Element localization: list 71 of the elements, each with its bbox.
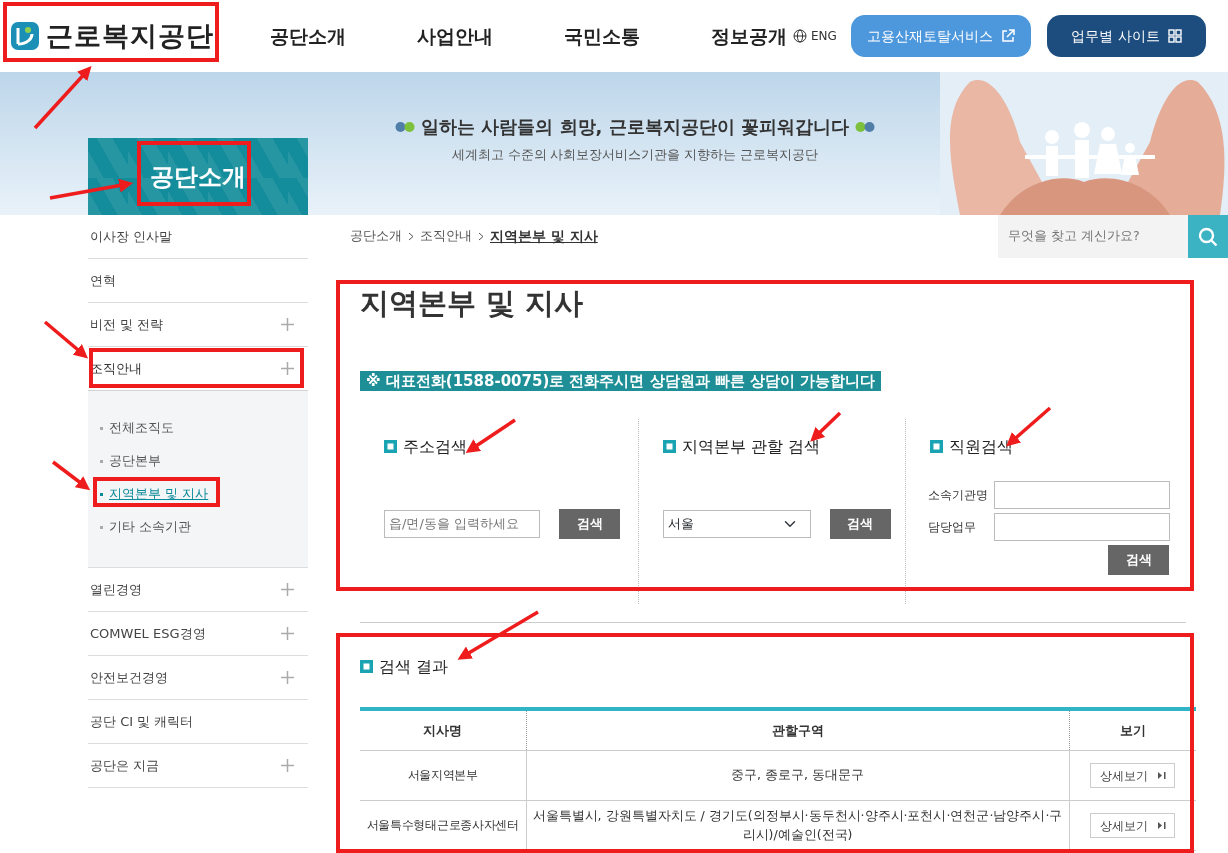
- search-button[interactable]: 검색: [1108, 544, 1170, 575]
- chevron-icon: [478, 232, 484, 241]
- section-heading: 주소검색: [403, 435, 467, 458]
- table-cell: 서울특별시, 강원특별자치도 / 경기도(의정부시·동두천시·양주시·포천시·연천군·남양주시·구리시)/예술인(전국): [526, 800, 1069, 851]
- sidebar-item[interactable]: 이사장 인사말: [88, 215, 308, 259]
- section-heading: 지역본부 관할 검색: [681, 435, 820, 458]
- breadcrumb-link[interactable]: 공단소개: [350, 227, 402, 246]
- square-bullet-icon: [662, 440, 676, 454]
- sidebar-item[interactable]: 공단 CI 및 캐릭터: [88, 700, 308, 744]
- sidebar-item[interactable]: 비전 및 전략: [88, 303, 308, 347]
- region-select[interactable]: 서울: [662, 509, 811, 538]
- search-icon: [1198, 226, 1218, 247]
- column-header: 관할구역: [526, 708, 1069, 751]
- grid-icon: [1167, 29, 1182, 43]
- sidebar-item[interactable]: 연혁: [88, 259, 308, 303]
- play-end-icon: [1157, 772, 1166, 780]
- column-header: 보기: [1069, 708, 1196, 751]
- detail-button[interactable]: 상세보기: [1090, 763, 1176, 789]
- site-button[interactable]: 업무별 사이트: [1046, 15, 1206, 57]
- text-field[interactable]: [994, 512, 1171, 541]
- field-label: 담당업무: [928, 518, 978, 536]
- square-bullet-icon: [384, 440, 397, 454]
- submenu-item[interactable]: 지역본부 및 지사: [100, 477, 308, 510]
- sidebar-item[interactable]: 열린경영: [88, 568, 308, 612]
- logo-icon: [10, 21, 40, 51]
- quote-icon: [395, 121, 416, 132]
- address-field[interactable]: 읍/면/동을 입력하세요: [384, 509, 540, 538]
- annotation-arrow: [43, 320, 88, 359]
- quote-icon: [854, 121, 875, 132]
- section-heading: 검색 결과: [379, 655, 449, 678]
- breadcrumb-link[interactable]: 조직안내: [420, 227, 472, 246]
- field-label: 소속기관명: [928, 486, 990, 504]
- globe-icon: [793, 29, 807, 43]
- table-cell: 서울지역본부: [360, 750, 526, 801]
- annotation-arrow: [465, 418, 516, 453]
- nav-link[interactable]: 정보공개: [711, 21, 787, 51]
- breadcrumb-link[interactable]: 지역본부 및 지사: [490, 226, 598, 247]
- search-button[interactable]: 검색: [559, 508, 620, 539]
- submenu-item[interactable]: 기타 소속기관: [100, 510, 308, 543]
- chevron-icon: [408, 232, 414, 241]
- play-end-icon: [1157, 822, 1166, 830]
- sidebar-item[interactable]: 안전보건경영: [88, 656, 308, 700]
- annotation-arrow: [33, 66, 92, 130]
- nav-link[interactable]: 국민소통: [564, 21, 711, 51]
- column-header: 지사명: [360, 708, 526, 751]
- square-bullet-icon: [360, 660, 373, 674]
- search-field[interactable]: 무엇을 찾고 계신가요?: [998, 215, 1188, 258]
- table-cell: 중구, 종로구, 동대문구: [526, 750, 1069, 801]
- submenu-item[interactable]: 전체조직도: [100, 411, 308, 444]
- detail-button[interactable]: 상세보기: [1090, 813, 1176, 839]
- external-link-icon: [1000, 29, 1015, 43]
- nav-link[interactable]: 사업안내: [417, 21, 564, 51]
- notice-banner: ※ 대표전화(1588-0075)로 전화주시면 상담원과 빠른 상담이 가능합니다: [360, 370, 882, 391]
- logo-text[interactable]: 근로복지공단: [46, 15, 214, 57]
- submenu-item[interactable]: 공단본부: [100, 444, 308, 477]
- table-cell: 서울특수형태근로종사자센터: [360, 800, 526, 851]
- section-heading: 직원검색: [949, 435, 1014, 458]
- text-field[interactable]: [994, 480, 1171, 509]
- search-button[interactable]: 검색: [829, 508, 891, 539]
- square-bullet-icon: [930, 440, 944, 454]
- search-button[interactable]: [1188, 215, 1228, 258]
- annotation-arrow: [810, 411, 842, 442]
- annotation-arrow: [51, 460, 91, 491]
- page-title: 지역본부 및 지사: [360, 286, 585, 321]
- language-link[interactable]: ENG: [811, 27, 837, 45]
- section-title: 공단소개: [88, 138, 308, 215]
- subtitle: 세계최고 수준의 사회보장서비스기관을 지향하는 근로복지공단: [450, 145, 820, 164]
- nav-link[interactable]: 공단소개: [270, 21, 417, 51]
- headline: 일하는 사람들의 희망, 근로복지공단이 꽃피워갑니다: [421, 116, 849, 138]
- sidebar-item[interactable]: COMWEL ESG경영: [88, 612, 308, 656]
- sidebar-item[interactable]: 공단은 지금: [88, 744, 308, 788]
